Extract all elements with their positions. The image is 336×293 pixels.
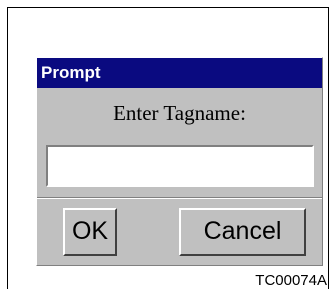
dialog-title: Prompt xyxy=(41,63,101,82)
figure-id-label: TC00074A xyxy=(255,272,327,289)
prompt-dialog: Prompt Enter Tagname: OK Cancel xyxy=(36,57,323,266)
dialog-titlebar[interactable]: Prompt xyxy=(37,58,322,88)
dialog-divider xyxy=(37,197,322,199)
ok-button[interactable]: OK xyxy=(63,208,117,256)
cancel-button[interactable]: Cancel xyxy=(179,208,306,256)
tagname-input[interactable] xyxy=(46,145,314,187)
prompt-label: Enter Tagname: xyxy=(113,101,246,125)
